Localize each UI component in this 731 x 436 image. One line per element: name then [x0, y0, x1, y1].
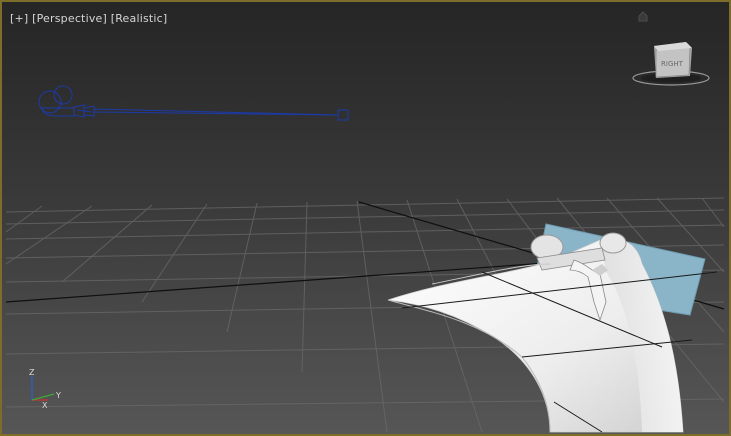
- perspective-viewport[interactable]: [+] [Perspective] [Realistic] RIGHT Z X …: [0, 0, 731, 436]
- axis-z-label: Z: [29, 368, 35, 377]
- axis-tripod-icon: Z X Y: [29, 368, 61, 410]
- axis-x-label: X: [42, 401, 48, 410]
- axis-y-label: Y: [55, 391, 61, 400]
- camera-icon[interactable]: [38, 85, 349, 121]
- viewcube-icon[interactable]: RIGHT: [632, 42, 710, 86]
- viewcube-face-label: RIGHT: [661, 60, 684, 68]
- scene-canvas[interactable]: RIGHT Z X Y: [2, 2, 729, 434]
